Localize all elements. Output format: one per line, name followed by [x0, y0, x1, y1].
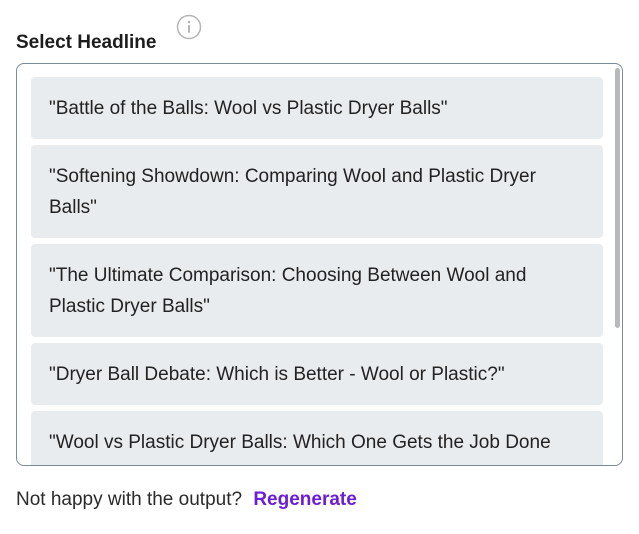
page-title: Select Headline: [16, 32, 157, 53]
scrollbar[interactable]: [615, 68, 620, 328]
headline-options-panel[interactable]: "Battle of the Balls: Wool vs Plastic Dr…: [16, 63, 623, 466]
headline-option[interactable]: "Battle of the Balls: Wool vs Plastic Dr…: [31, 77, 603, 139]
headline-option[interactable]: "Softening Showdown: Comparing Wool and …: [31, 145, 603, 238]
header: Select Headline: [16, 14, 202, 54]
regenerate-link[interactable]: Regenerate: [253, 489, 357, 510]
info-icon[interactable]: [176, 14, 202, 40]
footer: Not happy with the output? Regenerate: [16, 489, 357, 511]
headline-option[interactable]: "Wool vs Plastic Dryer Balls: Which One …: [31, 411, 603, 465]
footer-prompt: Not happy with the output?: [16, 489, 243, 510]
headline-list: "Battle of the Balls: Wool vs Plastic Dr…: [31, 77, 603, 465]
headline-option[interactable]: "The Ultimate Comparison: Choosing Betwe…: [31, 244, 603, 337]
headline-option[interactable]: "Dryer Ball Debate: Which is Better - Wo…: [31, 343, 603, 405]
